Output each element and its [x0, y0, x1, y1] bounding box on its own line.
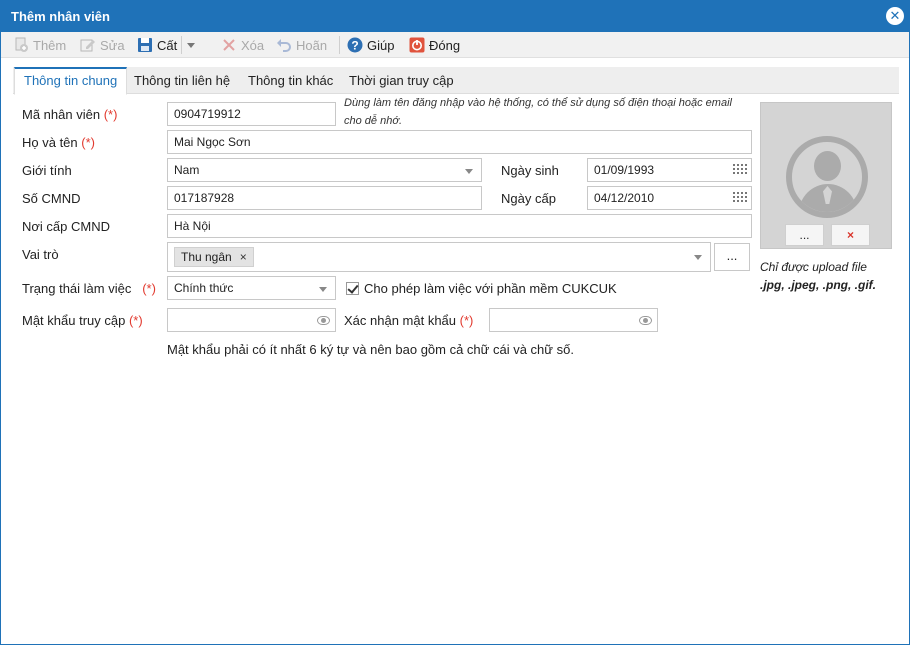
work-status-select[interactable]: Chính thức	[167, 276, 336, 300]
full-name-label: Họ và tên (*)	[22, 135, 95, 150]
help-icon: ?	[347, 37, 363, 53]
confirm-password-label: Xác nhận mật khẩu (*)	[344, 313, 474, 328]
remove-tag-icon[interactable]: ×	[240, 248, 247, 266]
chevron-down-icon	[187, 42, 195, 48]
upload-note-formats: .jpg, .jpeg, .png, .gif.	[760, 278, 876, 292]
close-icon[interactable]: ✕	[886, 7, 904, 25]
power-icon	[409, 37, 425, 53]
role-tag-label: Thu ngân	[181, 250, 232, 264]
gender-value: Nam	[174, 163, 200, 177]
employee-code-hint: Dùng làm tên đăng nhập vào hệ thống, có …	[344, 97, 732, 127]
employee-photo: ... ×	[760, 102, 892, 249]
tab-bar: Thông tin chung Thông tin liên hệ Thông …	[13, 67, 899, 95]
eye-icon[interactable]	[639, 316, 652, 325]
tab-contact-info[interactable]: Thông tin liên hệ	[125, 67, 239, 94]
save-dropdown-button[interactable]	[187, 36, 195, 54]
tab-access-time[interactable]: Thời gian truy cập	[340, 67, 463, 94]
id-number-label: Số CMND	[22, 191, 81, 206]
save-button[interactable]: Cất	[137, 36, 177, 54]
save-label: Cất	[157, 37, 178, 53]
employee-code-label: Mã nhân viên (*)	[22, 107, 118, 122]
eye-icon[interactable]	[317, 316, 330, 325]
help-button[interactable]: ? Giúp	[347, 36, 394, 54]
svg-text:?: ?	[351, 39, 358, 53]
browse-photo-button[interactable]: ...	[785, 224, 824, 246]
title-bar: Thêm nhân viên ✕	[1, 1, 909, 32]
full-name-input[interactable]: Mai Ngọc Sơn	[167, 130, 752, 154]
birth-date-label: Ngày sinh	[501, 163, 559, 178]
issue-place-label: Nơi cấp CMND	[22, 219, 110, 234]
birth-date-value: 01/09/1993	[594, 163, 655, 177]
tab-general-info[interactable]: Thông tin chung	[14, 67, 128, 95]
toolbar: Thêm Sửa Cất Xóa Hoãn ? Giúp Đóng	[1, 32, 909, 58]
avatar-placeholder-icon	[786, 136, 868, 218]
add-button[interactable]: Thêm	[13, 36, 66, 54]
add-employee-dialog: Thêm nhân viên ✕ Thêm Sửa Cất Xóa Hoãn ?…	[0, 0, 910, 645]
remove-photo-button[interactable]: ×	[831, 224, 870, 246]
close-label: Đóng	[429, 37, 461, 53]
calendar-icon[interactable]	[733, 192, 747, 204]
confirm-password-input[interactable]	[489, 308, 658, 332]
chevron-down-icon	[694, 255, 702, 260]
edit-button[interactable]: Sửa	[80, 36, 125, 54]
gender-select[interactable]: Nam	[167, 158, 482, 182]
upload-note-line1: Chỉ được upload file	[760, 260, 867, 274]
delete-button[interactable]: Xóa	[221, 36, 264, 54]
chevron-down-icon	[319, 287, 327, 292]
employee-code-input[interactable]: 0904719912	[167, 102, 336, 126]
dialog-title: Thêm nhân viên	[11, 9, 110, 24]
allow-cukcuk-checkbox[interactable]	[346, 282, 359, 295]
issue-date-label: Ngày cấp	[501, 191, 556, 206]
role-multiselect[interactable]: Thu ngân ×	[167, 242, 711, 272]
undo-label: Hoãn	[296, 37, 328, 53]
chevron-down-icon	[465, 169, 473, 174]
calendar-icon[interactable]	[733, 164, 747, 176]
issue-place-input[interactable]: Hà Nội	[167, 214, 752, 238]
delete-label: Xóa	[241, 37, 265, 53]
upload-note: Chỉ được upload file .jpg, .jpeg, .png, …	[760, 258, 876, 294]
id-number-input[interactable]: 017187928	[167, 186, 482, 210]
role-tag: Thu ngân ×	[174, 247, 254, 267]
gender-label: Giới tính	[22, 163, 72, 178]
birth-date-input[interactable]: 01/09/1993	[587, 158, 752, 182]
issue-date-input[interactable]: 04/12/2010	[587, 186, 752, 210]
save-icon	[137, 37, 153, 53]
role-label: Vai trò	[22, 247, 59, 262]
issue-date-value: 04/12/2010	[594, 191, 655, 205]
work-status-value: Chính thức	[174, 281, 234, 295]
undo-button[interactable]: Hoãn	[276, 36, 327, 54]
delete-icon	[221, 37, 237, 53]
help-label: Giúp	[367, 37, 395, 53]
password-hint: Mật khẩu phải có ít nhất 6 ký tự và nên …	[167, 342, 574, 357]
edit-label: Sửa	[100, 37, 125, 53]
work-status-label: Trạng thái làm việc (*)	[22, 281, 156, 296]
password-label: Mật khẩu truy cập (*)	[22, 313, 143, 328]
add-icon	[13, 37, 29, 53]
undo-icon	[276, 37, 292, 53]
tab-other-info[interactable]: Thông tin khác	[239, 67, 342, 94]
close-button[interactable]: Đóng	[409, 36, 460, 54]
password-input[interactable]	[167, 308, 336, 332]
edit-icon	[80, 37, 96, 53]
role-more-button[interactable]: ...	[714, 243, 750, 271]
allow-cukcuk-label: Cho phép làm việc với phần mềm CUKCUK	[364, 281, 617, 296]
add-label: Thêm	[33, 37, 67, 53]
